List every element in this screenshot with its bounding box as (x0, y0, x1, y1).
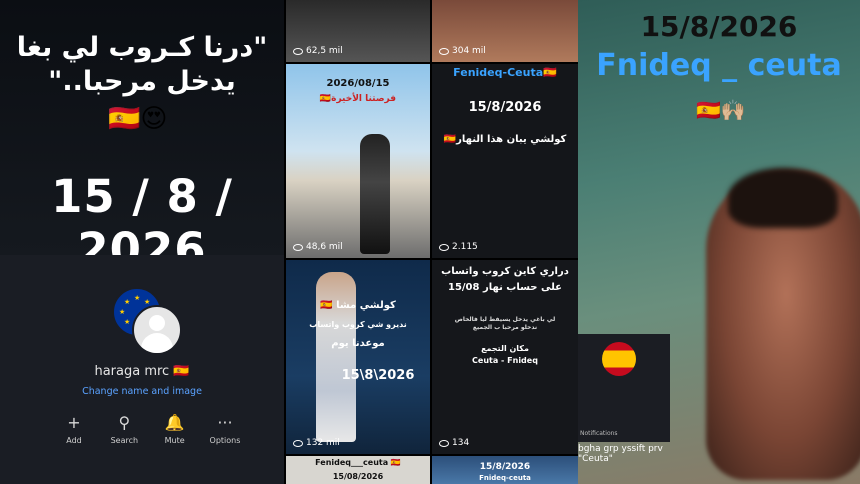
tile-date: 15/8/2026 (468, 100, 542, 115)
tile-date: 15/8/2026 (479, 462, 531, 472)
left-video-panel[interactable]: "درنا كـروب لي بغا يدخل مرحبا.." 🇪🇸😍 15 … (0, 0, 284, 484)
view-count: 132 mil (293, 438, 340, 448)
right-title: Fnideq _ ceuta (596, 48, 842, 83)
eye-icon (439, 439, 449, 447)
tile-line4: ندخلو مرحبا ب الجميع (472, 324, 538, 331)
group-actions-bar: + Add ⚲ Search 🔔 Mute ··· Options (52, 412, 247, 445)
right-caption: bgha grp yssift prv "Ceuta" (578, 444, 663, 464)
search-icon: ⚲ (118, 413, 131, 432)
right-date: 15/8/2026 (640, 10, 798, 43)
view-count: 304 mil (439, 46, 486, 56)
blurred-hair (728, 168, 838, 228)
mute-button[interactable]: 🔔 Mute (153, 412, 197, 445)
video-overlay-text-area: "درنا كـروب لي بغا يدخل مرحبا.." 🇪🇸😍 15 … (0, 0, 284, 276)
video-tile[interactable]: 2026/08/15 فرصتنا الأخيرة🇪🇸 48,6 mil (286, 64, 430, 258)
tile-title: Fenideq-Ceuta🇪🇸 (453, 66, 557, 79)
eye-icon (293, 47, 303, 55)
tile-title: Fenideq___ceuta 🇪🇸 (315, 458, 401, 467)
tile-caption: فرصتنا الأخيرة🇪🇸 (319, 94, 397, 104)
person-figure (360, 134, 390, 254)
notifications-label: Notifications (580, 430, 618, 437)
options-label: Options (209, 436, 241, 445)
group-avatar[interactable]: ★ ★ ★ ★ ★ ★ ★ ★ (112, 287, 182, 355)
add-label: Add (66, 436, 82, 445)
arabic-caption-line2: يدخل مرحبا.." (48, 66, 236, 97)
video-tile[interactable]: Fenideq___ceuta 🇪🇸 15/08/2026 (286, 456, 430, 484)
spain-flag-icon (602, 342, 636, 376)
options-button[interactable]: ··· Options (203, 412, 247, 445)
eye-icon (293, 439, 303, 447)
right-emoji: 🇪🇸🙌🏼 (696, 98, 746, 122)
tile-caption-line2: نديرو شي كروب واتساب (309, 320, 407, 329)
add-button[interactable]: + Add (52, 412, 96, 445)
change-name-link[interactable]: Change name and image (0, 386, 284, 397)
tile-line2: على حساب نهار 15/08 (447, 282, 562, 293)
view-count: 62,5 mil (293, 46, 343, 56)
video-tile[interactable]: 304 mil (432, 0, 578, 62)
tile-title: Fnideq-ceuta (479, 474, 531, 482)
mute-label: Mute (164, 436, 185, 445)
tile-date: 2026/08/15 (326, 78, 390, 89)
eye-icon (439, 47, 449, 55)
tile-date: 15/08/2026 (332, 472, 384, 481)
group-name: haraga mrc 🇪🇸 (94, 364, 190, 379)
video-tile[interactable]: 15/8/2026 Fnideq-ceuta (432, 456, 578, 484)
view-count: 134 (439, 438, 469, 448)
tile-line6: Ceuta - Fnideq (472, 356, 538, 365)
tile-date: 15\8\2026 (341, 368, 415, 383)
tile-line1: دراري كاين كروب واتساب (441, 266, 569, 277)
bell-icon: 🔔 (164, 413, 185, 432)
video-tile[interactable]: دراري كاين كروب واتساب على حساب نهار 15/… (432, 260, 578, 454)
right-video-panel[interactable]: 15/8/2026 Fnideq _ ceuta 🇪🇸🙌🏼 Notificati… (578, 0, 860, 484)
tile-caption-line1: كولشي مشا 🇪🇸 (320, 300, 396, 311)
phone-screenshot-inset: Notifications (578, 334, 670, 442)
video-tile[interactable]: 62,5 mil (286, 0, 430, 62)
arabic-caption-line1: "درنا كـروب لي بغا (16, 32, 268, 63)
tile-line5: مكان التجمع (481, 344, 529, 353)
video-grid: 62,5 mil 304 mil 2026/08/15 فرصتنا الأخي… (284, 0, 578, 484)
view-count: 48,6 mil (293, 242, 343, 252)
tile-caption: كولشي يبان هذا النهار🇪🇸 (443, 134, 567, 145)
search-button[interactable]: ⚲ Search (102, 412, 146, 445)
person-figure (316, 272, 356, 442)
tile-caption-line3: موعدنا يوم (331, 338, 385, 349)
search-label: Search (110, 436, 139, 445)
view-count: 2.115 (439, 242, 478, 252)
default-person-icon (132, 305, 182, 355)
add-user-icon: + (67, 413, 81, 432)
eye-icon (293, 243, 303, 251)
eye-icon (439, 243, 449, 251)
emoji-caption: 🇪🇸😍 (108, 104, 168, 134)
video-tile[interactable]: كولشي مشا 🇪🇸 نديرو شي كروب واتساب موعدنا… (286, 260, 430, 454)
tile-line3: لي باغي يدخل يسيفط ليا فالخاص (454, 316, 556, 323)
more-icon: ··· (217, 413, 233, 432)
video-tile[interactable]: Fenideq-Ceuta🇪🇸 15/8/2026 كولشي يبان هذا… (432, 64, 578, 258)
